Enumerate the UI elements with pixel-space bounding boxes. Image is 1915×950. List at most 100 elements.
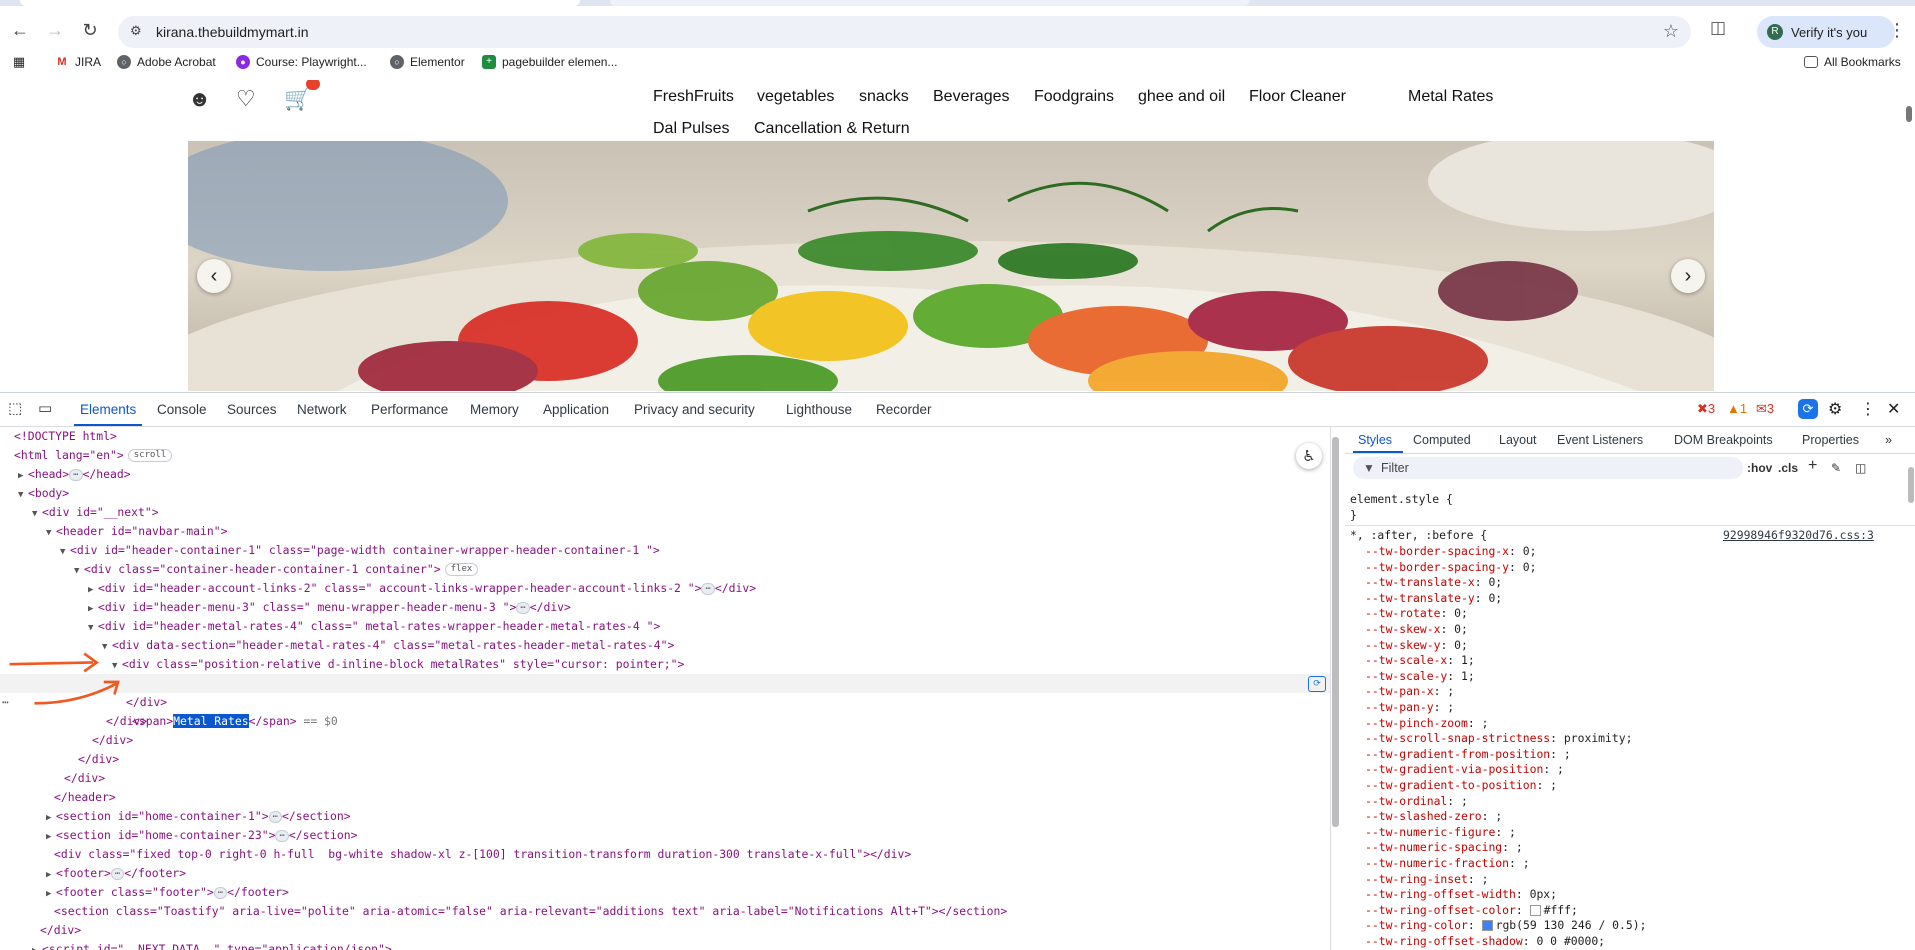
warning-count-icon[interactable]: ▲1 [1727, 401, 1747, 416]
toggle-sidebar-icon[interactable]: ◫ [1855, 461, 1866, 475]
color-swatch-icon[interactable] [1482, 920, 1493, 931]
bookmark-elementor[interactable]: ○ Elementor [390, 55, 465, 69]
tab-elements[interactable]: Elements [80, 402, 136, 417]
css-property-value[interactable]: ; [1482, 872, 1489, 886]
css-property-name[interactable]: --tw-pinch-zoom [1365, 716, 1468, 730]
tab-network[interactable]: Network [297, 402, 347, 417]
css-property[interactable]: --tw-scroll-snap-strictness: proximity; [1365, 730, 1632, 746]
hov-toggle[interactable]: :hov [1747, 461, 1772, 475]
css-property-name[interactable]: --tw-skew-y [1365, 638, 1440, 652]
dom-node[interactable]: ▶<footer class="footer">⋯</footer> [46, 883, 289, 902]
css-property-value[interactable]: rgb(59 130 246 / 0.5); [1496, 918, 1647, 932]
dom-node[interactable]: <section class="Toastify" aria-live="pol… [54, 902, 1007, 921]
css-property-name[interactable]: --tw-ring-color [1365, 918, 1468, 932]
styles-filter-input[interactable]: ▼ Filter [1353, 457, 1743, 479]
dom-node[interactable]: ▼<body> [18, 484, 69, 503]
css-property-value[interactable]: ; [1447, 700, 1454, 714]
menu-beverages[interactable]: Beverages [933, 88, 1010, 106]
menu-vegetables[interactable]: vegetables [757, 88, 834, 106]
css-property-name[interactable]: --tw-border-spacing-x [1365, 544, 1509, 558]
tab-console[interactable]: Console [157, 402, 207, 417]
carousel-next-icon[interactable]: › [1671, 259, 1705, 293]
css-property-name[interactable]: --tw-numeric-fraction [1365, 856, 1509, 870]
css-property-value[interactable]: ; [1557, 762, 1564, 776]
css-property-value[interactable]: 0; [1454, 622, 1468, 636]
tab-dom-breakpoints[interactable]: DOM Breakpoints [1674, 433, 1773, 447]
bookmark-pagebuilder[interactable]: + pagebuilder elemen... [482, 55, 617, 69]
tab-performance[interactable]: Performance [371, 402, 448, 417]
css-property-name[interactable]: --tw-ring-offset-width [1365, 887, 1516, 901]
element-style-rule[interactable]: element.style { [1350, 491, 1453, 507]
extensions-icon[interactable]: ◫ [1705, 18, 1731, 44]
menu-dal-pulses[interactable]: Dal Pulses [653, 120, 729, 138]
css-property-value[interactable]: 0; [1523, 560, 1537, 574]
css-property-name[interactable]: --tw-gradient-to-position [1365, 778, 1536, 792]
dom-node[interactable]: </div> [64, 769, 105, 788]
dom-node[interactable]: <!DOCTYPE html> [14, 427, 117, 446]
browser-menu-icon[interactable]: ⋮ [1888, 20, 1906, 41]
css-property[interactable]: --tw-gradient-to-position: ; [1365, 777, 1557, 793]
verify-profile-button[interactable]: R Verify it's you [1757, 16, 1895, 48]
css-property-name[interactable]: --tw-rotate [1365, 606, 1440, 620]
css-property[interactable]: --tw-ordinal: ; [1365, 793, 1468, 809]
css-property-name[interactable]: --tw-numeric-spacing [1365, 840, 1502, 854]
css-property-value[interactable]: 0; [1523, 544, 1537, 558]
css-property[interactable]: --tw-pan-x: ; [1365, 683, 1454, 699]
css-property-name[interactable]: --tw-translate-x [1365, 575, 1475, 589]
css-property-name[interactable]: --tw-ring-offset-shadow [1365, 934, 1523, 948]
dom-node[interactable]: ▼<div id="header-container-1" class="pag… [60, 541, 660, 560]
css-property-name[interactable]: --tw-pan-y [1365, 700, 1434, 714]
css-property[interactable]: --tw-translate-y: 0; [1365, 590, 1502, 606]
css-property-name[interactable]: --tw-scale-y [1365, 669, 1447, 683]
dom-node[interactable]: ▼<div class="position-relative d-inline-… [112, 655, 684, 674]
css-property-value[interactable]: ; [1564, 747, 1571, 761]
menu-foodgrains[interactable]: Foodgrains [1034, 88, 1114, 106]
css-property-value[interactable]: ; [1461, 794, 1468, 808]
css-property-value[interactable]: ; [1482, 716, 1489, 730]
accessibility-tree-icon[interactable]: ♿ [1296, 443, 1322, 469]
user-account-icon[interactable]: ☻ [188, 86, 211, 112]
css-property[interactable]: --tw-pan-y: ; [1365, 699, 1454, 715]
css-property[interactable]: --tw-ring-color: rgb(59 130 246 / 0.5); [1365, 917, 1646, 933]
new-style-rule-icon[interactable]: + [1808, 457, 1817, 475]
collapse-arrow-icon[interactable]: ▼ [88, 619, 98, 638]
dom-node[interactable]: ▼<div data-section="header-metal-rates-4… [102, 636, 674, 655]
tab-sources[interactable]: Sources [227, 402, 277, 417]
tab-privacy-security[interactable]: Privacy and security [634, 402, 755, 417]
more-tabs-icon[interactable]: » [1885, 433, 1892, 447]
apps-grid-icon[interactable]: ▦ [12, 55, 26, 69]
rule-selector[interactable]: *, :after, :before { [1350, 527, 1487, 543]
bookmark-adobe-acrobat[interactable]: ○ Adobe Acrobat [117, 55, 216, 69]
dom-node[interactable]: ▼<div id="header-metal-rates-4" class=" … [88, 617, 660, 636]
flex-badge[interactable]: flex [445, 563, 479, 576]
dom-node[interactable]: ▶<div id="header-account-links-2" class=… [88, 579, 756, 598]
collapse-arrow-icon[interactable]: ▼ [32, 505, 42, 524]
dom-node[interactable]: </header> [54, 788, 116, 807]
css-property-value[interactable]: 0px; [1530, 887, 1557, 901]
collapse-arrow-icon[interactable]: ▼ [60, 543, 70, 562]
tab-properties[interactable]: Properties [1802, 433, 1859, 447]
reload-icon[interactable]: ↻ [76, 16, 104, 44]
css-property-value[interactable]: 1; [1461, 653, 1475, 667]
tab-event-listeners[interactable]: Event Listeners [1557, 433, 1643, 447]
dom-scrollbar[interactable] [1330, 427, 1341, 950]
css-property-name[interactable]: --tw-ring-offset-color [1365, 903, 1516, 917]
css-property-name[interactable]: --tw-pan-x [1365, 684, 1434, 698]
dom-node[interactable]: </div> [78, 750, 119, 769]
rule-source-link[interactable]: 92998946f9320d76.css:3 [1723, 527, 1874, 543]
bookmark-star-icon[interactable]: ☆ [1663, 21, 1679, 42]
dom-node[interactable]: ▶<section id="home-container-23">⋯</sect… [46, 826, 357, 845]
css-property[interactable]: --tw-gradient-from-position: ; [1365, 746, 1571, 762]
tab-lighthouse[interactable]: Lighthouse [786, 402, 852, 417]
css-property-value[interactable]: ; [1516, 840, 1523, 854]
dom-node[interactable]: </div> [40, 921, 81, 940]
css-property[interactable]: --tw-ring-offset-shadow: 0 0 #0000; [1365, 933, 1605, 949]
css-property-name[interactable]: --tw-ordinal [1365, 794, 1447, 808]
css-property[interactable]: --tw-border-spacing-x: 0; [1365, 543, 1536, 559]
ai-assistance-icon[interactable]: ⟳ [1798, 399, 1818, 419]
bookmark-course-playwright[interactable]: ● Course: Playwright... [236, 55, 367, 69]
tab-application[interactable]: Application [543, 402, 609, 417]
css-property-value[interactable]: ; [1447, 684, 1454, 698]
css-property-name[interactable]: --tw-skew-x [1365, 622, 1440, 636]
collapse-arrow-icon[interactable]: ▼ [74, 562, 84, 581]
